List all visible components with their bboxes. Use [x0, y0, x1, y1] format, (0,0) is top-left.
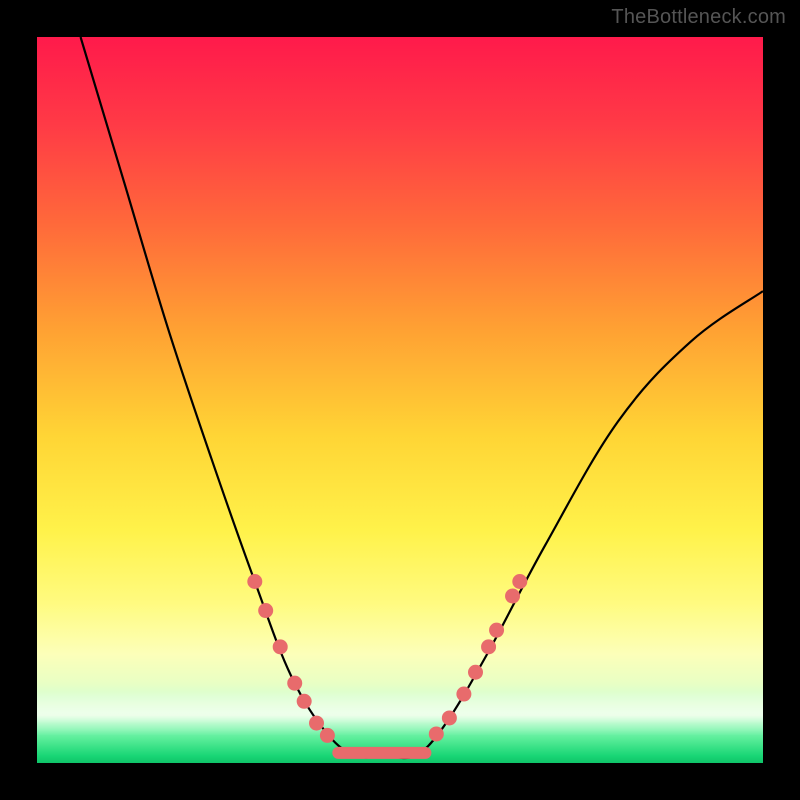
- data-dot: [429, 726, 444, 741]
- bottleneck-curve: [81, 37, 763, 758]
- chart-frame: TheBottleneck.com: [0, 0, 800, 800]
- data-dot: [481, 639, 496, 654]
- data-dot: [505, 589, 520, 604]
- plot-area: [37, 37, 763, 763]
- data-dot: [247, 574, 262, 589]
- data-dot: [489, 623, 504, 638]
- data-dot: [297, 694, 312, 709]
- data-dot: [512, 574, 527, 589]
- watermark-label: TheBottleneck.com: [611, 6, 786, 29]
- data-dot: [309, 716, 324, 731]
- curve-svg: [37, 37, 763, 763]
- data-dot: [456, 687, 471, 702]
- data-dot: [320, 728, 335, 743]
- data-dot: [287, 676, 302, 691]
- data-dot: [442, 710, 457, 725]
- data-dot: [258, 603, 273, 618]
- dots-right-group: [429, 574, 527, 741]
- data-dot: [273, 639, 288, 654]
- data-dot: [468, 665, 483, 680]
